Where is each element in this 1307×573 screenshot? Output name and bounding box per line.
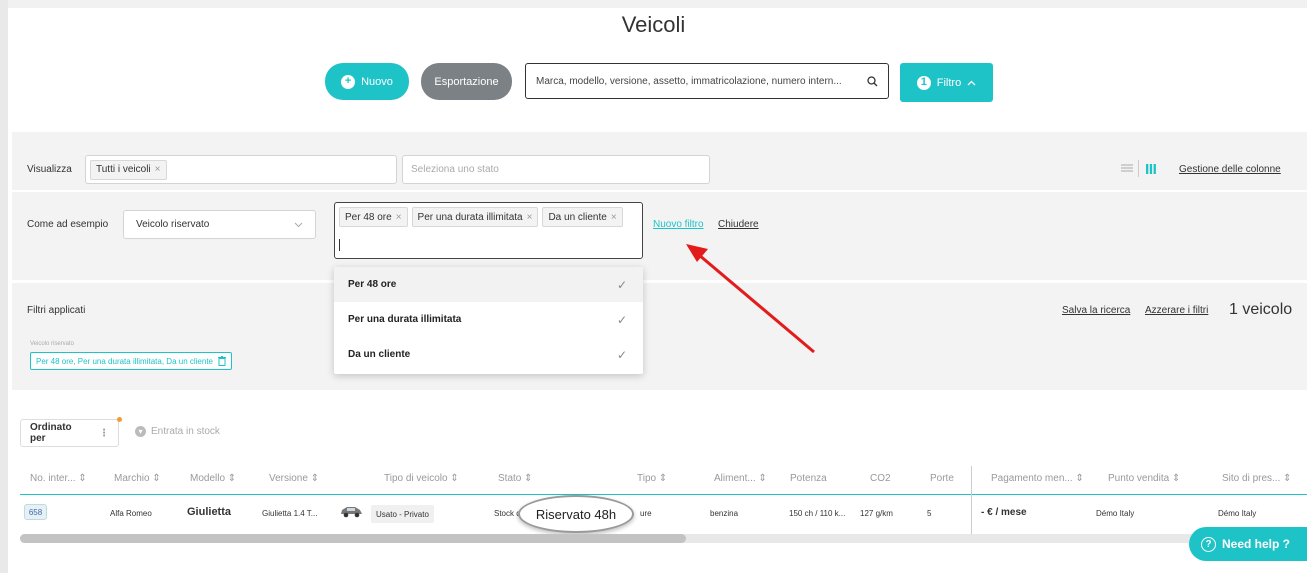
col-header-co2[interactable]: CO2 bbox=[870, 473, 891, 484]
col-header-fuel[interactable]: Aliment... ⇕ bbox=[714, 473, 767, 484]
cell-type: ure bbox=[640, 509, 652, 518]
col-header-id[interactable]: No. inter... ⇕ bbox=[30, 473, 87, 484]
col-header-version[interactable]: Versione ⇕ bbox=[269, 473, 319, 484]
sort-button[interactable]: Ordinato per ⋮ bbox=[20, 419, 119, 447]
cell-power: 150 ch / 110 k... bbox=[789, 509, 846, 518]
frozen-column-separator bbox=[971, 466, 972, 538]
col-header-doors[interactable]: Porte bbox=[930, 473, 954, 484]
header-divider bbox=[20, 494, 1307, 495]
need-help-label: Need help ? bbox=[1222, 537, 1291, 551]
cell-site: Démo Italy bbox=[1218, 509, 1257, 518]
vehicle-type-badge: Usato - Privato bbox=[371, 505, 434, 523]
car-thumbnail bbox=[341, 507, 362, 518]
col-header-vehicle-type[interactable]: Tipo di veicolo ⇕ bbox=[384, 473, 459, 484]
cell-model: Giulietta bbox=[187, 506, 232, 518]
cell-version: Giulietta 1.4 T... bbox=[262, 509, 318, 518]
horizontal-scrollbar-thumb[interactable] bbox=[20, 534, 686, 543]
reservation-status-callout: Riservato 48h bbox=[518, 495, 634, 533]
cell-brand: Alfa Romeo bbox=[110, 509, 152, 518]
sort-indicator-dot bbox=[117, 417, 122, 422]
stock-sort-option[interactable]: ▾ Entrata in stock bbox=[135, 426, 220, 437]
cell-co2: 127 g/km bbox=[860, 509, 893, 518]
col-header-site[interactable]: Sito di pres... ⇕ bbox=[1222, 473, 1292, 484]
col-header-state[interactable]: Stato ⇕ bbox=[498, 473, 533, 484]
sort-label: Ordinato per bbox=[30, 422, 72, 444]
cell-fuel: benzina bbox=[710, 509, 739, 518]
col-header-payment[interactable]: Pagamento men... ⇕ bbox=[991, 473, 1084, 484]
col-header-power[interactable]: Potenza bbox=[790, 473, 827, 484]
question-icon: ? bbox=[1201, 536, 1216, 552]
col-header-model[interactable]: Modello ⇕ bbox=[190, 473, 236, 484]
need-help-button[interactable]: ? Need help ? bbox=[1189, 527, 1307, 561]
stock-sort-label: Entrata in stock bbox=[151, 426, 220, 437]
cell-payment: - € / mese bbox=[981, 507, 1027, 518]
cell-dealer: Démo Italy bbox=[1096, 509, 1135, 518]
cell-doors: 5 bbox=[927, 509, 932, 518]
col-header-dealer[interactable]: Punto vendita ⇕ bbox=[1108, 473, 1180, 484]
annotation-arrow bbox=[686, 244, 815, 354]
col-header-type[interactable]: Tipo ⇕ bbox=[637, 473, 667, 484]
more-icon: ⋮ bbox=[99, 427, 109, 439]
chevron-down-icon: ▾ bbox=[135, 426, 146, 437]
col-header-brand[interactable]: Marchio ⇕ bbox=[114, 473, 161, 484]
row-id-badge[interactable]: 658 bbox=[24, 504, 47, 520]
